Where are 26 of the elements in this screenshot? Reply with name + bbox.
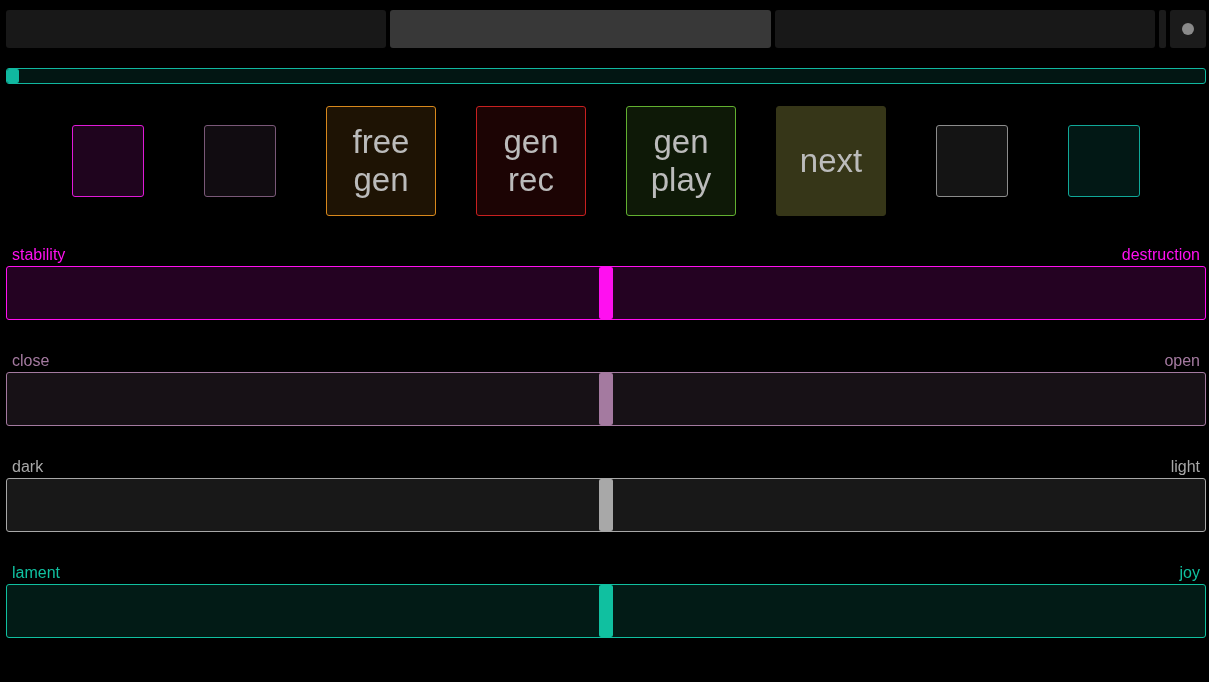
slider-label: joy: [1179, 564, 1200, 583]
dot-button[interactable]: [1170, 10, 1206, 48]
pad-button[interactable]: next: [776, 106, 886, 216]
pad-button[interactable]: gen rec: [476, 106, 586, 216]
slider-track[interactable]: [6, 372, 1206, 426]
slider-track[interactable]: [6, 266, 1206, 320]
pad-button[interactable]: free gen: [326, 106, 436, 216]
slider-thumb[interactable]: [599, 585, 613, 637]
square-button[interactable]: [1068, 125, 1140, 197]
slider-track[interactable]: [6, 478, 1206, 532]
square-button[interactable]: [204, 125, 276, 197]
slider-label: stability: [12, 246, 66, 265]
handle[interactable]: [1159, 10, 1166, 48]
square-button[interactable]: [72, 125, 144, 197]
pad-button[interactable]: gen play: [626, 106, 736, 216]
slider-thumb[interactable]: [599, 479, 613, 531]
slider-label: close: [12, 352, 50, 371]
slider-thumb[interactable]: [599, 267, 613, 319]
slider-thumb[interactable]: [599, 373, 613, 425]
slider-label: lament: [12, 564, 61, 583]
slider-label: open: [1164, 352, 1200, 371]
slider-label: destruction: [1121, 246, 1200, 265]
slider-label: dark: [12, 458, 44, 477]
slider-track[interactable]: [6, 584, 1206, 638]
square-button[interactable]: [936, 125, 1008, 197]
slider-label: light: [1170, 458, 1200, 477]
